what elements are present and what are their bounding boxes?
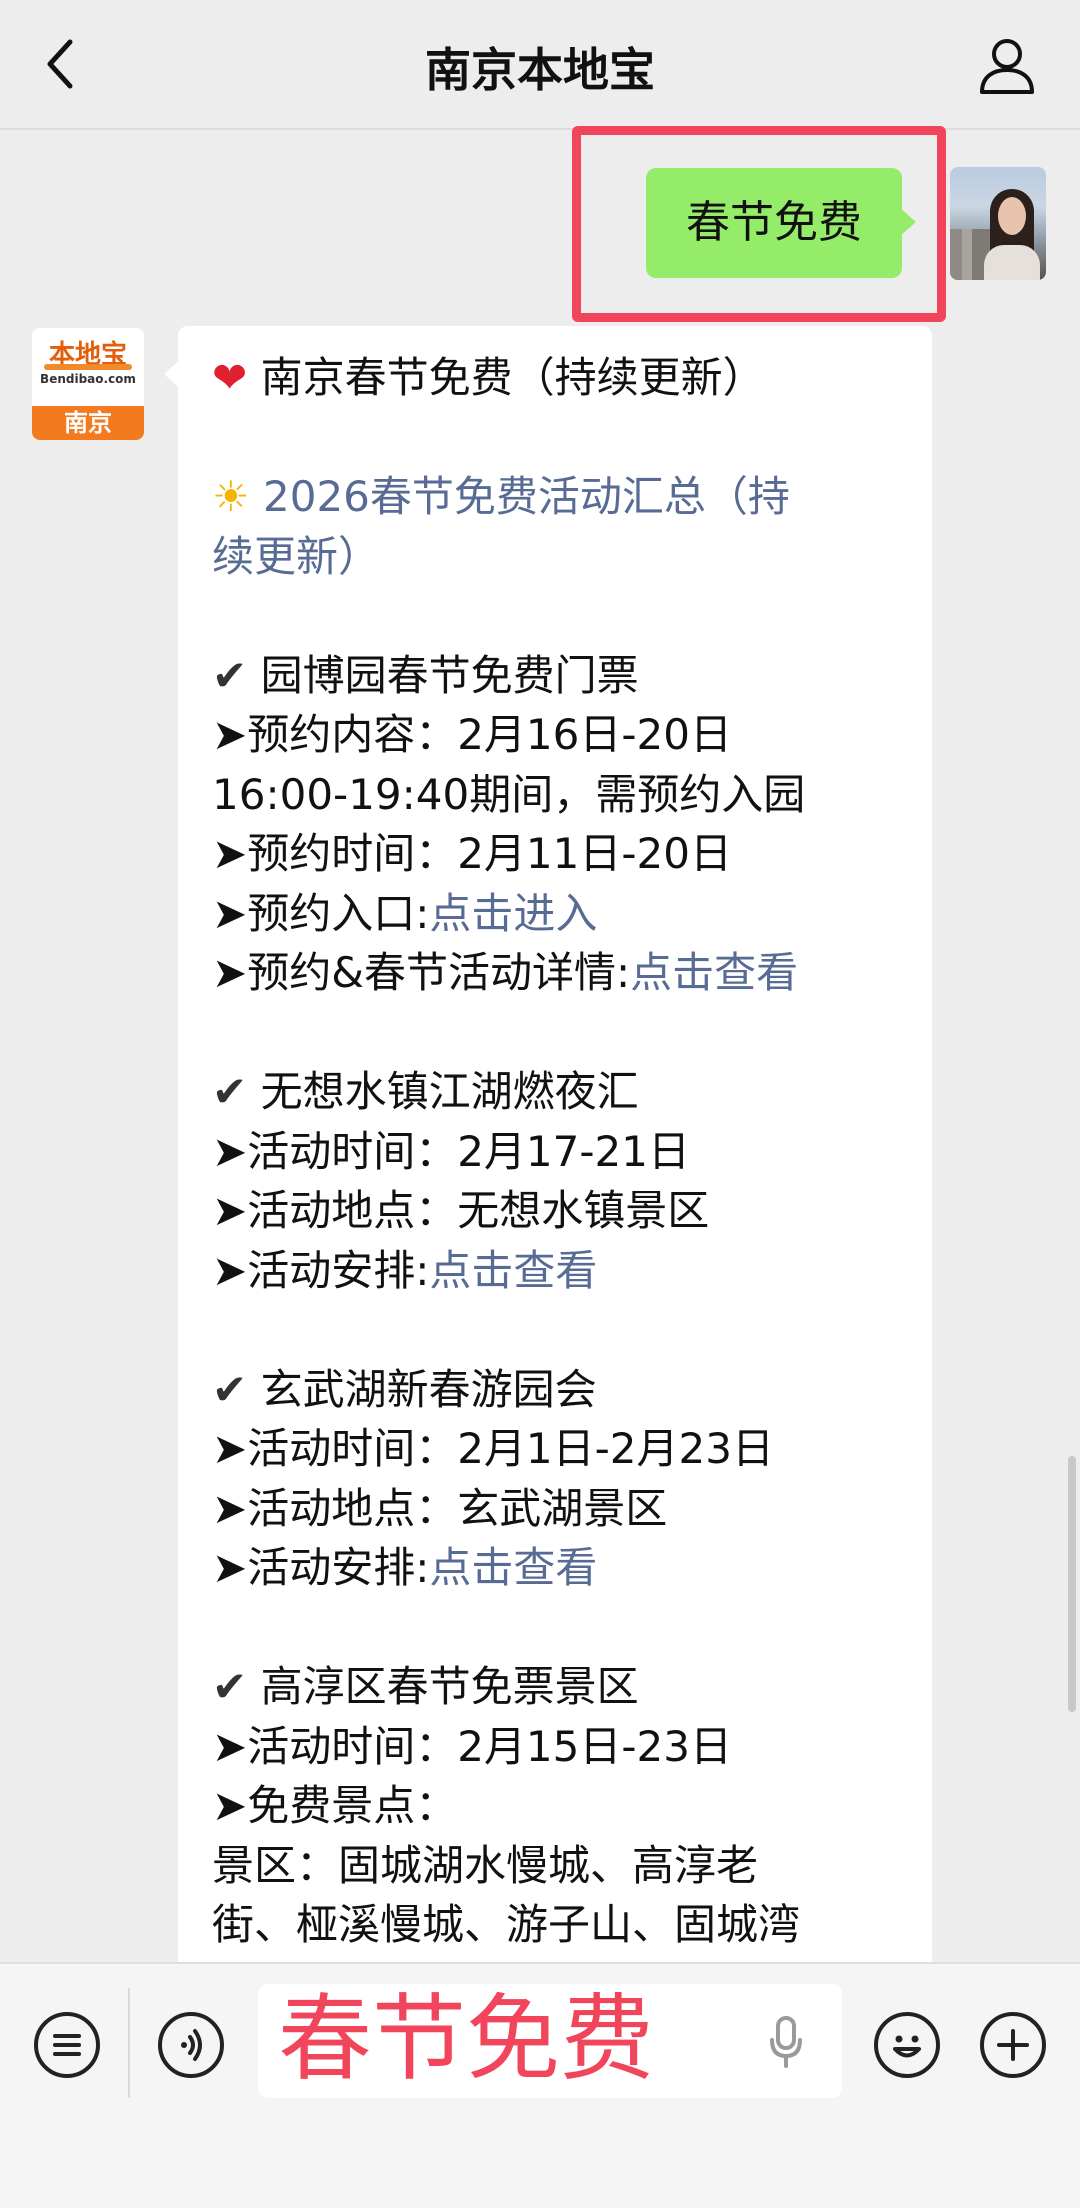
detail-line: ➤活动时间：2月17-21日 [212,1122,912,1182]
more-button[interactable] [980,2012,1046,2078]
avatar-face [998,197,1026,235]
avatar-logo-area: 本地宝 Bendibao.com [32,328,144,406]
section-heading: ✔ 玄武湖新春游园会 [212,1360,912,1420]
summary-line: ☀ 2026春节免费活动汇总（持 [212,467,912,527]
avatar-city: 南京 [32,406,144,440]
detail-label: ➤免费景点： [212,1781,458,1830]
detail-line: ➤活动安排:点击查看 [212,1538,912,1598]
user-icon[interactable] [976,34,1038,96]
message-title: 南京春节免费（持续更新） [260,353,765,402]
detail-line: ➤活动安排:点击查看 [212,1241,912,1301]
enter-link[interactable]: 点击进入 [429,889,597,938]
detail-label: ➤预约&春节活动详情: [212,948,631,997]
heart-icon: ❤ [212,353,248,402]
smiley-icon [893,2035,921,2058]
check-icon: ✔ [212,1067,248,1116]
detail-line: ➤活动时间：2月1日-2月23日 [212,1419,912,1479]
detail-line: ➤免费景点： [212,1776,912,1836]
view-link[interactable]: 点击查看 [429,1543,597,1592]
detail-value: 2月16日-20日 [457,710,732,759]
voice-icon [181,2029,202,2061]
detail-label: ➤活动地点： [212,1483,458,1533]
detail-line: ➤活动地点：无想水镇景区 [212,1181,912,1241]
detail-line: ➤预约时间：2月11日-20日 [212,824,912,884]
section-title: 无想水镇江湖燃夜汇 [260,1067,639,1116]
summary-link-cont[interactable]: 续更新） [212,532,380,581]
detail-value: 无想水镇景区 [457,1186,710,1235]
detail-line: ➤活动地点：玄武湖景区 [212,1479,912,1539]
detail-line: ➤预约&春节活动详情:点击查看 [212,943,912,1003]
input-bar: 春节免费 [0,1962,1080,2208]
message-input[interactable]: 春节免费 [258,1984,842,2098]
section-title: 高淳区春节免票景区 [260,1662,639,1711]
detail-value: 2月1日-2月23日 [457,1424,774,1473]
microphone-icon[interactable] [768,2016,804,2068]
avatar-body [984,245,1040,280]
section-heading: ✔ 高淳区春节免票景区 [212,1657,912,1717]
incoming-message-bubble: ❤ 南京春节免费（持续更新） ☀ 2026春节免费活动汇总（持 续更新） ✔ 园… [164,326,932,2026]
my-avatar[interactable] [950,167,1046,280]
detail-label: ➤活动时间： [212,1424,458,1473]
detail-value: 2月15日-23日 [457,1721,732,1771]
voice-button[interactable] [158,2012,224,2078]
check-icon: ✔ [212,650,248,700]
section-title: 园博园春节免费门票 [260,650,639,700]
summary-link[interactable]: 2026春节免费活动汇总（持 [263,472,790,521]
chat-title: 南京本地宝 [425,43,655,97]
detail-value: 2月11日-20日 [457,829,732,878]
emoji-button[interactable] [874,2012,940,2078]
detail-line: ➤预约内容：2月16日-20日 [212,705,912,765]
sender-avatar[interactable]: 本地宝 Bendibao.com 南京 [32,328,144,440]
view-link[interactable]: 点击查看 [630,948,798,997]
scroll-indicator[interactable] [1068,1456,1076,1712]
check-icon: ✔ [212,1364,248,1414]
detail-label: ➤预约入口: [212,888,430,938]
divider [128,1988,130,2098]
detail-label: ➤活动安排: [212,1543,430,1592]
input-text: 春节免费 [278,1985,655,2094]
detail-value: 街、桠溪慢城、游子山、固城湾 [212,1900,801,1949]
list-icon [53,2034,81,2056]
detail-label: ➤活动时间： [212,1126,458,1176]
detail-line: 景区：固城湖水慢城、高淳老 [212,1836,912,1896]
outgoing-message-text: 春节免费 [686,197,862,248]
detail-label: ➤活动安排: [212,1245,430,1295]
view-link[interactable]: 点击查看 [429,1246,597,1295]
section-heading: ✔ 无想水镇江湖燃夜汇 [212,1062,912,1122]
avatar-domain: Bendibao.com [40,372,136,386]
detail-value: 16:00-19:40期间，需预约入园 [212,769,806,819]
nav-bar: 南京本地宝 [0,0,1080,130]
avatar-swoosh [44,364,132,370]
detail-label: ➤活动时间： [212,1721,458,1771]
detail-line: ➤活动时间：2月15日-23日 [212,1717,912,1777]
check-icon: ✔ [212,1662,248,1711]
detail-value: 玄武湖景区 [457,1483,668,1533]
menu-button[interactable] [34,2012,100,2078]
detail-label: ➤活动地点： [212,1186,458,1235]
message-content: ❤ 南京春节免费（持续更新） ☀ 2026春节免费活动汇总（持 续更新） ✔ 园… [212,348,912,1955]
detail-label: ➤预约内容： [212,710,458,759]
detail-line: 16:00-19:40期间，需预约入园 [212,765,912,825]
detail-line: 街、桠溪慢城、游子山、固城湾 [212,1895,912,1955]
detail-value: 2月17-21日 [457,1126,690,1176]
plus-icon [997,2029,1029,2061]
section-heading: ✔ 园博园春节免费门票 [212,646,912,706]
detail-value: 景区：固城湖水慢城、高淳老 [212,1840,759,1890]
summary-line-2: 续更新） [212,527,912,587]
sun-icon: ☀ [212,472,250,521]
detail-line: ➤预约入口:点击进入 [212,884,912,944]
section-title: 玄武湖新春游园会 [260,1364,597,1414]
outgoing-message-bubble[interactable]: 春节免费 [646,168,916,278]
message-title-line: ❤ 南京春节免费（持续更新） [212,348,912,408]
detail-label: ➤预约时间： [212,829,458,878]
